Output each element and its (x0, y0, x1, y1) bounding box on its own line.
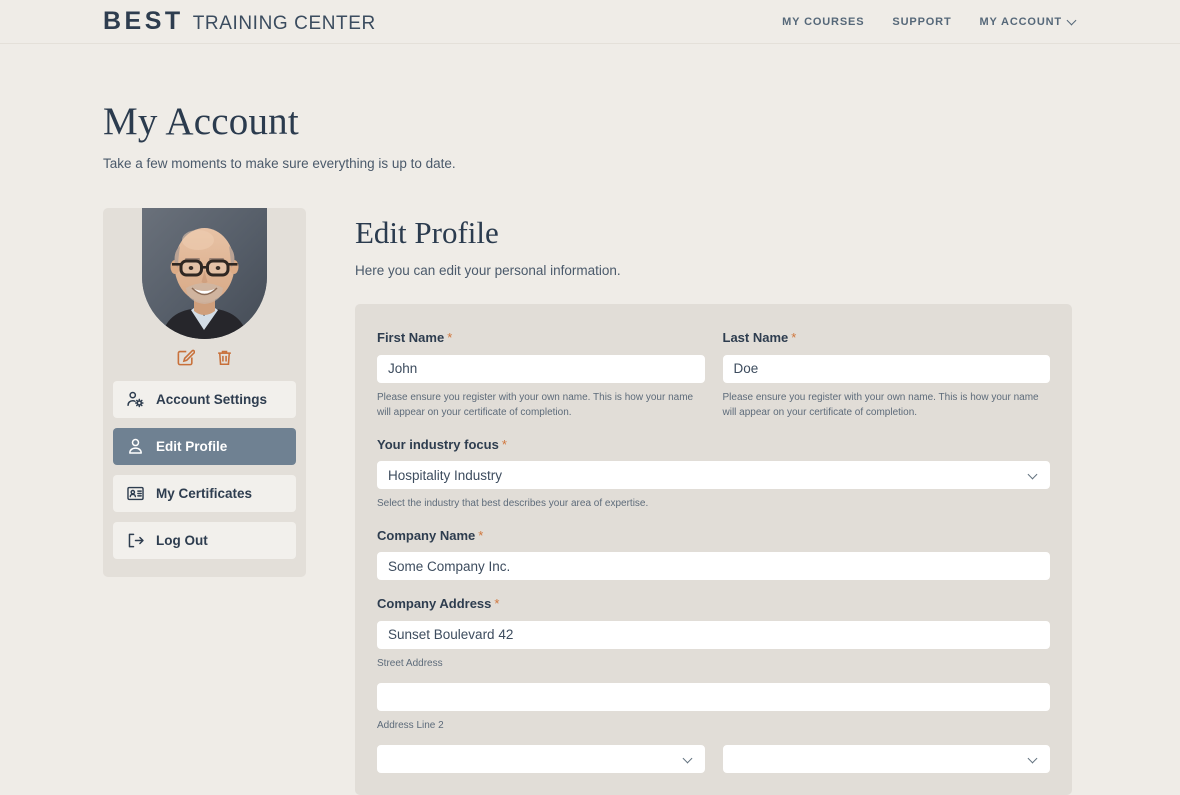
brand-mark-text: BEST (103, 7, 184, 35)
street-address-input[interactable] (377, 620, 1050, 649)
avatar[interactable] (142, 207, 267, 339)
sidebar-item-log-out[interactable]: Log Out (113, 521, 296, 559)
page-subtitle: Take a few moments to make sure everythi… (103, 155, 456, 171)
chevron-down-icon (1068, 16, 1077, 25)
sidebar-item-account-settings-label: Account Settings (156, 391, 268, 407)
user-icon (129, 438, 142, 454)
address-select-row (377, 744, 1050, 773)
logout-icon (128, 533, 144, 548)
avatar-photo (142, 207, 267, 339)
edit-profile-main: Edit Profile Here you can edit your pers… (347, 208, 1072, 795)
field-industry-focus: Your industry focus * Hospitality Industr… (377, 437, 1050, 512)
company-name-label: Company Name * (377, 528, 1050, 544)
sidebar-item-my-certificates-label: My Certificates (156, 485, 253, 501)
brand-name-text: TRAINING CENTER (192, 13, 376, 34)
page-title: My Account (103, 100, 299, 143)
last-name-help-text: Please ensure you register with your own… (722, 391, 1039, 419)
address-country-select-wrapper (722, 744, 1050, 773)
last-name-label-text: Last Name (722, 329, 789, 345)
required-asterisk: * (447, 329, 453, 345)
section-subtitle: Here you can edit your personal informat… (355, 262, 621, 278)
field-company-address: Company Address* Street Address Address … (377, 596, 1050, 773)
industry-focus-label: Your industry focus * (377, 437, 1050, 453)
first-name-help-text: Please ensure you register with your own… (377, 391, 694, 419)
nav-link-my-account[interactable]: MY ACCOUNT (980, 16, 1077, 28)
id-card-icon (127, 486, 144, 500)
sidebar-nav-list: Account Settings Edit Profile My Certifi… (103, 380, 306, 559)
field-first-name: First Name* Please ensure you register w… (377, 330, 705, 421)
brand-logo[interactable]: BEST TRAINING CENTER (103, 9, 376, 34)
sidebar-item-edit-profile[interactable]: Edit Profile (113, 427, 296, 465)
edit-avatar-icon[interactable] (176, 348, 195, 367)
company-address-label: Company Address * (377, 596, 1050, 612)
street-address-sublabel: Street Address (377, 657, 443, 669)
nav-link-my-account-label: MY ACCOUNT (979, 15, 1062, 28)
address-country-select-col (722, 744, 1050, 773)
first-name-label-text: First Name (377, 329, 445, 345)
last-name-input[interactable] (722, 354, 1050, 383)
address-city-select[interactable] (377, 744, 705, 773)
field-company-name: Company Name * (377, 528, 1050, 581)
avatar-wrapper (103, 207, 306, 339)
sidebar-item-edit-profile-label: Edit Profile (156, 438, 228, 454)
nav-link-my-courses[interactable]: MY COURSES (782, 16, 864, 28)
address-line-2-sublabel: Address Line 2 (377, 719, 444, 731)
required-asterisk: * (501, 436, 507, 452)
last-name-label: Last Name * (723, 330, 1051, 346)
edit-profile-form: First Name* Please ensure you register w… (355, 303, 1072, 795)
required-asterisk: * (494, 596, 500, 612)
company-name-label-text: Company Name (377, 527, 476, 543)
company-address-label-text: Company Address (377, 596, 492, 612)
company-name-input[interactable] (377, 552, 1050, 581)
address-country-select[interactable] (722, 744, 1050, 773)
industry-focus-help-text: Select the industry that best describes … (377, 498, 649, 510)
nav-link-support-label: SUPPORT (892, 15, 952, 28)
avatar-actions (103, 348, 306, 367)
sidebar-item-my-certificates[interactable]: My Certificates (113, 474, 296, 512)
industry-focus-select-wrapper: Hospitality Industry (377, 461, 1050, 490)
content-area: Account Settings Edit Profile My Certifi… (0, 174, 1180, 795)
first-name-input[interactable] (377, 354, 705, 383)
required-asterisk: * (478, 527, 484, 543)
page-heading-block: My Account Take a few moments to make su… (0, 44, 1180, 174)
main-navigation: MY COURSES SUPPORT MY ACCOUNT (782, 16, 1077, 28)
delete-avatar-icon[interactable] (215, 348, 234, 367)
address-city-select-wrapper (377, 744, 705, 773)
account-sidebar: Account Settings Edit Profile My Certifi… (103, 207, 306, 577)
name-row: First Name* Please ensure you register w… (377, 330, 1050, 437)
nav-link-support[interactable]: SUPPORT (892, 16, 951, 28)
industry-focus-select[interactable]: Hospitality Industry (377, 461, 1050, 490)
required-asterisk: * (791, 329, 797, 345)
site-header: BEST TRAINING CENTER MY COURSES SUPPORT … (0, 0, 1180, 44)
section-title: Edit Profile (355, 214, 499, 250)
industry-focus-label-text: Your industry focus (377, 436, 499, 452)
address-city-select-col (377, 744, 705, 773)
field-last-name: Last Name* Please ensure you register wi… (722, 330, 1051, 437)
account-settings-icon (127, 391, 144, 408)
sidebar-item-log-out-label: Log Out (156, 532, 208, 548)
address-line-2-input[interactable] (377, 682, 1050, 711)
nav-link-my-courses-label: MY COURSES (782, 15, 865, 28)
first-name-label: First Name * (377, 330, 705, 346)
sidebar-item-account-settings[interactable]: Account Settings (113, 380, 296, 418)
